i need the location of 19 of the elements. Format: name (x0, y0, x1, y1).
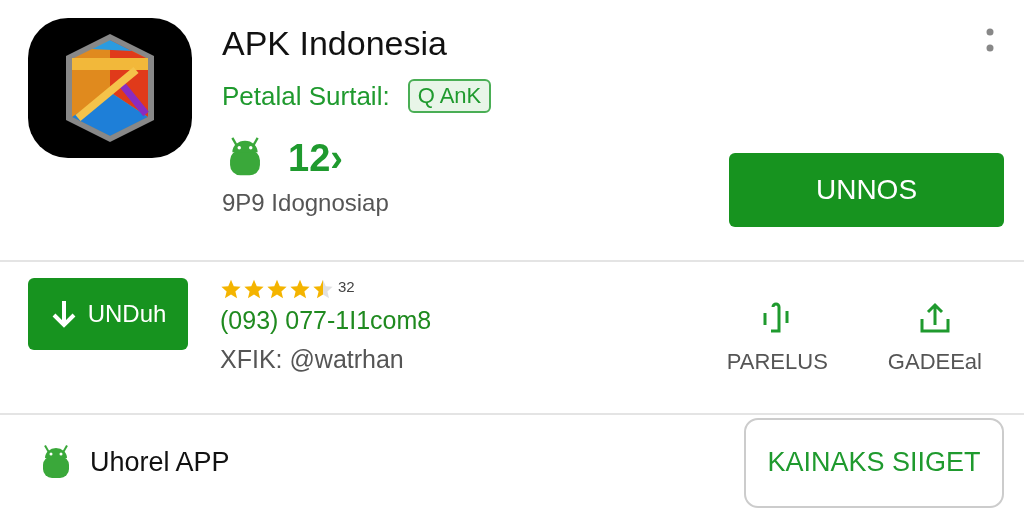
star-icon (289, 278, 311, 300)
app-subtitle: Petalal Surtail: (222, 80, 390, 112)
app-title: APK Indonesia (222, 24, 447, 63)
download-button[interactable]: UNDuh (28, 278, 188, 350)
star-icon (220, 278, 242, 300)
outlined-button[interactable]: KAINAKS SIIGET (744, 417, 1004, 508)
version-number: 12› (288, 136, 343, 180)
star-icon (243, 278, 265, 300)
rating-count: 32 (338, 278, 355, 295)
install-button[interactable]: UNNOS (729, 153, 1004, 227)
app-meta: 9P9 Idognosiap (222, 189, 389, 217)
tag-badge: Q AnK (407, 79, 492, 113)
phone-number: (093) 077-1I1com8 (220, 306, 433, 335)
star-icon (266, 278, 288, 300)
user-handle: XFIK: @watrhan (220, 345, 405, 374)
footer-label: Uhorel APP (90, 447, 231, 478)
star-icon (312, 278, 334, 300)
action-button[interactable]: GADEEal (881, 300, 988, 376)
action-button[interactable]: PARELUS (720, 300, 834, 376)
